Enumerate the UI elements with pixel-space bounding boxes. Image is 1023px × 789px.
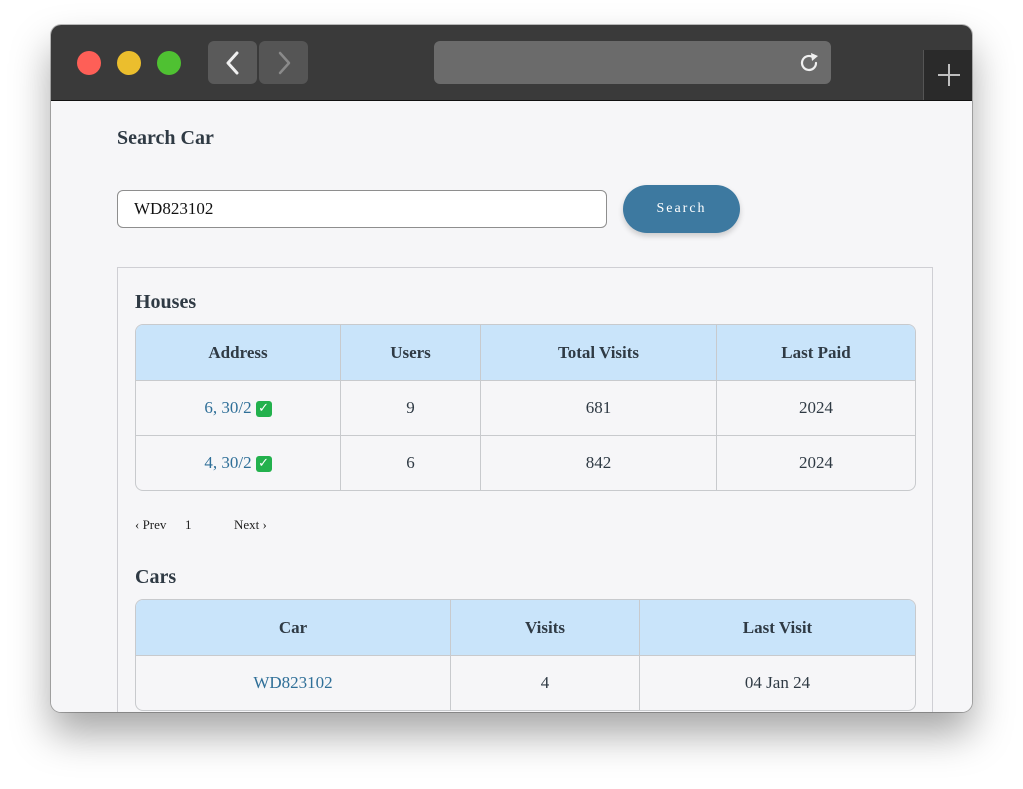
column-header-users[interactable]: Users — [341, 325, 481, 381]
close-window-button[interactable] — [77, 51, 101, 75]
prev-page-link[interactable]: ‹ Prev — [135, 517, 166, 533]
maximize-window-button[interactable] — [157, 51, 181, 75]
next-page-link[interactable]: Next › — [234, 517, 267, 533]
total-visits-cell: 842 — [481, 436, 717, 490]
cars-table: Car Visits Last Visit WD823102 4 04 Jan … — [135, 599, 916, 711]
browser-titlebar — [51, 25, 972, 101]
cars-title: Cars — [135, 566, 177, 588]
search-button[interactable]: Search — [623, 185, 740, 233]
column-header-total-visits[interactable]: Total Visits — [481, 325, 717, 381]
address-bar[interactable] — [434, 41, 831, 84]
address-cell: 6, 30/2 ✓ — [136, 381, 341, 436]
last-paid-cell: 2024 — [799, 453, 833, 472]
table-header-row: Address Users Total Visits Last Paid — [136, 325, 915, 381]
column-header-car[interactable]: Car — [136, 600, 451, 656]
address-link[interactable]: 6, 30/2 — [204, 398, 251, 417]
page-number[interactable]: 1 — [185, 517, 192, 533]
new-tab-button[interactable] — [923, 50, 972, 100]
back-button[interactable] — [208, 41, 257, 84]
column-header-last-paid[interactable]: Last Paid — [717, 325, 915, 381]
visits-cell: 4 — [451, 656, 640, 710]
chevron-left-icon — [226, 51, 238, 74]
forward-button[interactable] — [259, 41, 308, 84]
address-link[interactable]: 4, 30/2 — [204, 453, 251, 472]
browser-window: Search Car Search Houses Address Users T… — [51, 25, 972, 712]
reload-icon[interactable] — [797, 51, 821, 80]
column-header-last-visit[interactable]: Last Visit — [640, 600, 915, 656]
page-content: Search Car Search Houses Address Users T… — [51, 101, 972, 712]
last-paid-cell: 2024 — [717, 381, 915, 436]
table-row: 6, 30/2 ✓ 9 681 2024 — [136, 381, 915, 436]
search-input[interactable] — [117, 190, 607, 228]
minimize-window-button[interactable] — [117, 51, 141, 75]
page-title: Search Car — [117, 127, 214, 149]
table-header-row: Car Visits Last Visit — [136, 600, 915, 656]
table-row: 4, 30/2 ✓ 6 842 2024 — [136, 436, 915, 490]
users-cell: 9 — [341, 381, 481, 436]
column-header-visits[interactable]: Visits — [451, 600, 640, 656]
plus-icon — [937, 64, 960, 86]
results-panel: Houses Address Users Total Visits Last P… — [117, 267, 933, 712]
column-header-address[interactable]: Address — [136, 325, 341, 381]
houses-table: Address Users Total Visits Last Paid 6, … — [135, 324, 916, 491]
users-cell: 6 — [341, 436, 481, 490]
total-visits-cell: 681 — [481, 381, 717, 436]
chevron-right-icon — [278, 51, 290, 74]
last-visit-cell: 04 Jan 24 — [744, 673, 811, 692]
check-icon: ✓ — [255, 401, 272, 417]
address-cell: 4, 30/2 ✓ — [136, 436, 341, 490]
check-icon: ✓ — [255, 456, 272, 472]
houses-title: Houses — [135, 291, 197, 313]
car-link[interactable]: WD823102 — [253, 673, 332, 692]
car-cell: WD823102 — [136, 656, 451, 710]
table-row: WD823102 4 04 Jan 24 — [136, 656, 915, 710]
